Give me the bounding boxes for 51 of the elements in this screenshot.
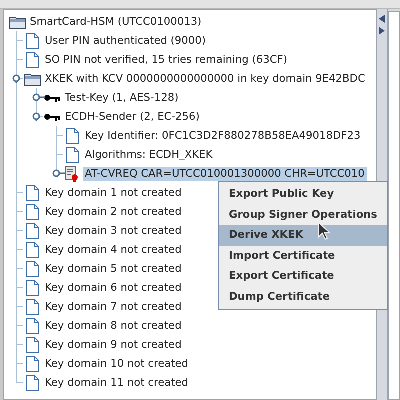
folder-icon [8,14,26,28]
tree-handle-icon[interactable] [32,93,45,102]
document-icon [66,146,78,162]
arrow-right-icon[interactable] [379,27,385,35]
tree-node-label[interactable]: XKEK with KCV 0000000000000000 in key domain 9E42BDC [43,72,368,86]
tree-node-label[interactable]: Key domain 4 not created [43,242,184,256]
document-icon [26,336,38,352]
tree-node-label[interactable]: Key Identifier: 0FC1C3D2F880278B58EA49018DF23 [83,128,363,142]
tree-node-label[interactable]: AT-CVREQ CAR=UTCC010001300000 CHR=UTCC010 [83,166,367,180]
menu-item[interactable]: Export Certificate [219,266,387,286]
document-icon [26,52,38,68]
document-icon [26,318,38,334]
document-icon [26,356,38,372]
cursor-icon [318,222,330,240]
tree-node-label[interactable]: Key domain 7 not created [43,300,184,314]
tree-node-label[interactable]: ECDH-Sender (2, EC-256) [63,110,202,124]
arrow-left-icon[interactable] [379,15,385,23]
document-icon [26,280,38,296]
document-icon [26,374,38,390]
tree-node-label[interactable]: Key domain 5 not created [43,262,184,276]
tree-node-label[interactable]: User PIN authenticated (9000) [43,34,208,48]
tree-node-label[interactable]: Key domain 10 not created [43,356,191,370]
tree-node-label[interactable]: Algorithms: ECDH_XKEK [83,148,215,162]
document-icon [26,184,38,200]
document-icon [66,128,78,144]
menu-item[interactable]: Export Public Key [219,184,387,204]
tree-node-label[interactable]: Key domain 9 not created [43,338,184,352]
document-icon [26,298,38,314]
document-icon [26,260,38,276]
tree-handle-icon[interactable] [52,169,65,178]
tree-node-label[interactable]: Key domain 1 not created [43,186,184,200]
certificate-icon [65,166,79,182]
menu-item[interactable]: Dump Certificate [219,286,387,307]
key-icon [44,94,60,102]
document-icon [26,242,38,258]
menu-item[interactable]: Group Signer Operations [219,204,387,225]
tree-node-label[interactable]: Key domain 2 not created [43,204,184,218]
tree-node-label[interactable]: Key domain 11 not created [43,376,191,390]
menu-item[interactable]: Import Certificate [219,246,387,266]
document-icon [26,204,38,220]
menu-item[interactable]: Derive XKEK [219,225,387,246]
folder-icon [24,72,40,86]
tree-node-label[interactable]: SO PIN not verified, 15 tries remaining (63CF) [43,52,290,66]
tree-node-label[interactable]: Key domain 8 not created [43,318,184,332]
tree-node-label[interactable]: Key domain 3 not created [43,224,184,238]
document-icon [26,32,38,48]
key-icon [44,112,60,120]
tree-node-label[interactable]: Key domain 6 not created [43,280,184,294]
document-icon [26,222,38,238]
tree-node-label[interactable]: Test-Key (1, AES-128) [63,90,181,104]
tree-node-label[interactable]: SmartCard-HSM (UTCC0100013) [28,14,204,28]
